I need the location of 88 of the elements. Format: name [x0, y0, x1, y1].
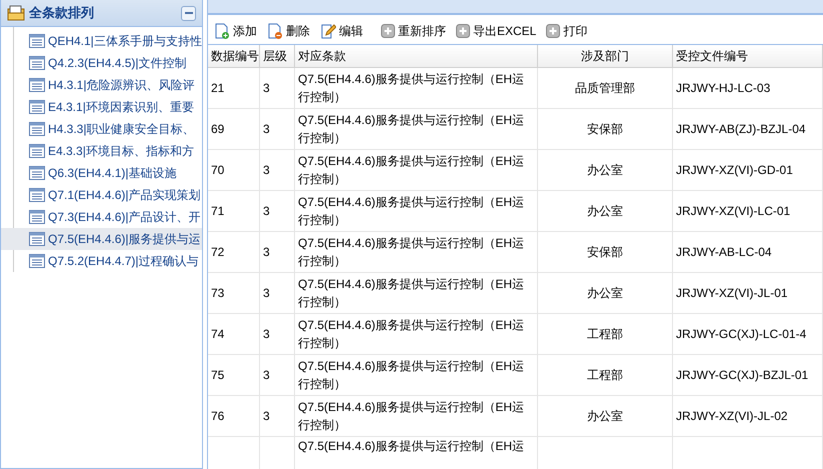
minus-icon	[184, 9, 192, 17]
table-cell: 3	[260, 232, 294, 272]
table-cell: 75	[208, 354, 260, 396]
table-cell: JRJWY-XZ(VI)-GD-01	[672, 150, 822, 190]
table-cell: 办公室	[538, 190, 672, 232]
folder-icon	[7, 5, 25, 21]
list-icon	[29, 34, 45, 48]
table-cell: 3	[260, 190, 294, 232]
column-header[interactable]: 数据编号	[208, 45, 260, 68]
table-cell: 办公室	[538, 396, 672, 436]
table-cell: Q7.5(EH4.4.6)服务提供与运行控制（EH运行控制）	[294, 396, 538, 436]
table-cell: 安保部	[538, 108, 672, 150]
table-cell: 办公室	[538, 272, 672, 314]
table-cell: Q7.5(EH4.4.6)服务提供与运行控制（EH运行控制）	[294, 108, 538, 150]
table-cell: 71	[208, 190, 260, 232]
toolbar-button[interactable]: 删除	[265, 22, 312, 40]
panel-title: 全条款排列	[29, 4, 95, 22]
tree-item[interactable]: H4.3.1|危险源辨识、风险评	[1, 74, 202, 96]
table-cell: 3	[260, 108, 294, 150]
add-document-icon	[214, 23, 230, 39]
table-cell: Q7.5(EH4.4.6)服务提供与运行控制（EH运行控制）	[294, 150, 538, 190]
plus-icon	[381, 24, 395, 38]
tree-item[interactable]: QEH4.1|三体系手册与支持性	[1, 30, 202, 52]
list-icon	[29, 100, 45, 114]
table-cell: Q7.5(EH4.4.6)服务提供与运行控制（EH运行控制）	[294, 68, 538, 108]
column-header[interactable]: 涉及部门	[538, 45, 672, 68]
table-cell: 73	[208, 272, 260, 314]
plus-icon	[456, 24, 470, 38]
table-cell: 办公室	[538, 150, 672, 190]
edit-icon	[320, 23, 336, 39]
table-cell: Q7.5(EH4.4.6)服务提供与运行控制（EH运行控制）	[294, 190, 538, 232]
table-cell: 3	[260, 354, 294, 396]
list-icon	[29, 210, 45, 224]
toolbar-button[interactable]: 打印	[544, 22, 590, 40]
table-cell: 3	[260, 272, 294, 314]
tree-item[interactable]: Q4.2.3(EH4.4.5)|文件控制	[1, 52, 202, 74]
table-cell: JRJWY-XZ(VI)-LC-01	[672, 190, 822, 232]
tree-item[interactable]: E4.3.1|环境因素识别、重要	[1, 96, 202, 118]
column-header[interactable]: 受控文件编号	[672, 45, 822, 68]
table-cell: JRJWY-AB-LC-04	[672, 232, 822, 272]
tree-item[interactable]: Q7.1(EH4.4.6)|产品实现策划	[1, 184, 202, 206]
table-cell: JRJWY-AB(ZJ)-BZJL-04	[672, 108, 822, 150]
toolbar-button[interactable]: 导出EXCEL	[454, 22, 538, 40]
list-icon	[29, 254, 45, 268]
table-cell: 工程部	[538, 314, 672, 354]
column-header[interactable]: 对应条款	[294, 45, 538, 68]
plus-icon	[546, 24, 560, 38]
table-cell: 70	[208, 150, 260, 190]
list-icon	[29, 56, 45, 70]
list-icon	[29, 122, 45, 136]
table-cell: 工程部	[538, 354, 672, 396]
table-cell: 3	[260, 396, 294, 436]
table-cell: 3	[260, 314, 294, 354]
table-cell: JRJWY-XZ(VI)-JL-01	[672, 272, 822, 314]
table-cell: Q7.5(EH4.4.6)服务提供与运行控制（EH运行控制）	[294, 272, 538, 314]
table-cell: 76	[208, 396, 260, 436]
table-cell: 安保部	[538, 232, 672, 272]
table-cell: Q7.5(EH4.4.6)服务提供与运行控制（EH运行控制）	[294, 354, 538, 396]
tree-item[interactable]: E4.3.3|环境目标、指标和方	[1, 140, 202, 162]
list-icon	[29, 232, 45, 246]
table-cell: 3	[260, 150, 294, 190]
table-cell: Q7.5(EH4.4.6)服务提供与运行控制（EH运行控制）	[294, 314, 538, 354]
list-icon	[29, 188, 45, 202]
table-cell: 74	[208, 314, 260, 354]
table-cell: 3	[260, 68, 294, 108]
table-cell: JRJWY-GC(XJ)-BZJL-01	[672, 354, 822, 396]
toolbar-button[interactable]: 重新排序	[379, 22, 448, 40]
table-cell: JRJWY-HJ-LC-03	[672, 68, 822, 108]
tree-item[interactable]: Q6.3(EH4.4.1)|基础设施	[1, 162, 202, 184]
list-icon	[29, 144, 45, 158]
collapse-button[interactable]	[181, 6, 196, 20]
delete-document-icon	[267, 23, 283, 39]
table-cell: 21	[208, 68, 260, 108]
tree-item[interactable]: H4.3.3|职业健康安全目标、	[1, 118, 202, 140]
table-cell: 69	[208, 108, 260, 150]
list-icon	[29, 166, 45, 180]
table-cell: JRJWY-XZ(VI)-JL-02	[672, 396, 822, 436]
table-cell: Q7.5(EH4.4.6)服务提供与运行控制（EH运行控制）	[294, 232, 538, 272]
toolbar-button[interactable]: 添加	[212, 22, 259, 40]
list-icon	[29, 78, 45, 92]
toolbar-button[interactable]: 编辑	[318, 22, 365, 40]
tree-item[interactable]: Q7.5(EH4.4.6)|服务提供与运	[1, 228, 202, 250]
table-cell: JRJWY-GC(XJ)-LC-01-4	[672, 314, 822, 354]
column-header[interactable]: 层级	[260, 45, 294, 68]
tree-item[interactable]: Q7.5.2(EH4.4.7)|过程确认与	[1, 250, 202, 272]
table-cell: 72	[208, 232, 260, 272]
table-cell: 品质管理部	[538, 68, 672, 108]
tree-item[interactable]: Q7.3(EH4.4.6)|产品设计、开	[1, 206, 202, 228]
